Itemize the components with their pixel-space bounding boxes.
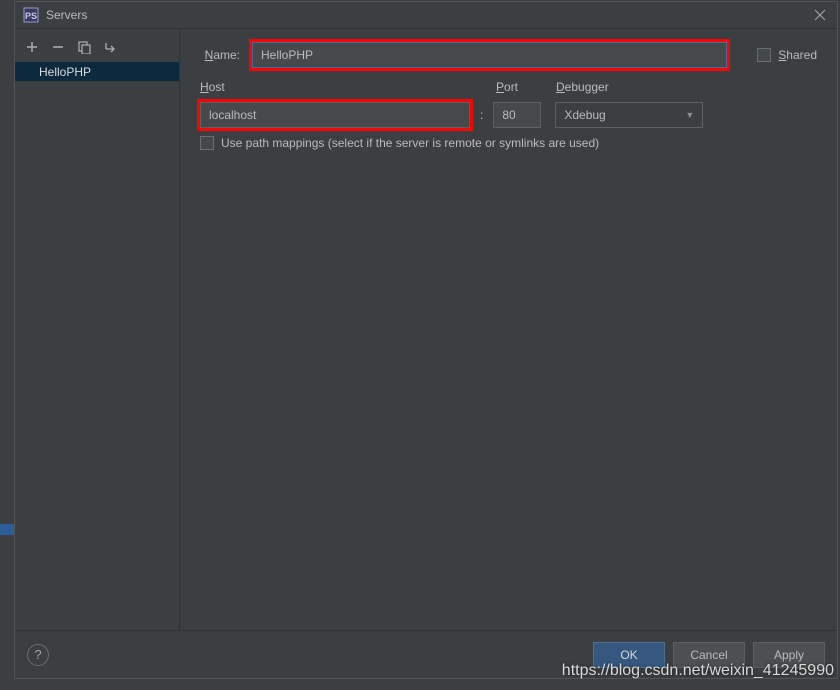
background-strip bbox=[0, 0, 14, 690]
path-mappings-checkbox[interactable] bbox=[200, 136, 214, 150]
server-list: HelloPHP bbox=[15, 62, 179, 630]
app-icon: PS bbox=[23, 7, 39, 23]
add-icon[interactable] bbox=[23, 38, 41, 56]
main-panel: Name: Shared Host Port Debugger : Xdebug bbox=[180, 29, 837, 630]
shared-checkbox[interactable] bbox=[757, 48, 771, 62]
field-labels-row: Host Port Debugger bbox=[200, 78, 817, 96]
titlebar: PS Servers bbox=[15, 2, 837, 29]
svg-text:PS: PS bbox=[25, 11, 37, 21]
host-port-colon: : bbox=[480, 108, 483, 122]
sidebar-toolbar bbox=[15, 35, 179, 59]
shared-checkbox-wrap[interactable]: Shared bbox=[757, 48, 817, 62]
remove-icon[interactable] bbox=[49, 38, 67, 56]
field-inputs-row: : Xdebug ▼ bbox=[200, 102, 817, 128]
apply-label: Apply bbox=[774, 648, 804, 662]
apply-button[interactable]: Apply bbox=[753, 642, 825, 668]
servers-dialog: PS Servers bbox=[14, 1, 838, 679]
server-item-hellophp[interactable]: HelloPHP bbox=[15, 62, 179, 81]
debugger-label: Debugger bbox=[556, 80, 609, 94]
port-label: Port bbox=[496, 80, 518, 94]
name-row: Name: Shared bbox=[200, 42, 817, 68]
debugger-select[interactable]: Xdebug ▼ bbox=[555, 102, 703, 128]
ok-button[interactable]: OK bbox=[593, 642, 665, 668]
help-icon: ? bbox=[34, 647, 41, 662]
name-label: Name: bbox=[200, 48, 240, 62]
background-accent bbox=[0, 524, 14, 535]
cancel-button[interactable]: Cancel bbox=[673, 642, 745, 668]
chevron-down-icon: ▼ bbox=[685, 110, 694, 120]
server-item-label: HelloPHP bbox=[39, 65, 91, 79]
copy-icon[interactable] bbox=[75, 38, 93, 56]
shared-label: Shared bbox=[778, 48, 817, 62]
cancel-label: Cancel bbox=[690, 648, 727, 662]
dialog-body: HelloPHP Name: Shared Host Port Debugger bbox=[15, 29, 837, 630]
debugger-value: Xdebug bbox=[564, 108, 605, 122]
footer: ? OK Cancel Apply bbox=[15, 630, 837, 678]
close-icon[interactable] bbox=[811, 6, 829, 24]
window-title: Servers bbox=[46, 8, 811, 22]
host-label: Host bbox=[200, 80, 225, 94]
port-input[interactable] bbox=[493, 102, 541, 128]
host-input[interactable] bbox=[200, 102, 470, 128]
path-mappings-row[interactable]: Use path mappings (select if the server … bbox=[200, 136, 817, 150]
help-button[interactable]: ? bbox=[27, 644, 49, 666]
name-input[interactable] bbox=[252, 42, 727, 68]
path-mappings-label: Use path mappings (select if the server … bbox=[221, 136, 599, 150]
reset-icon[interactable] bbox=[101, 38, 119, 56]
sidebar: HelloPHP bbox=[15, 29, 180, 630]
ok-label: OK bbox=[620, 648, 637, 662]
